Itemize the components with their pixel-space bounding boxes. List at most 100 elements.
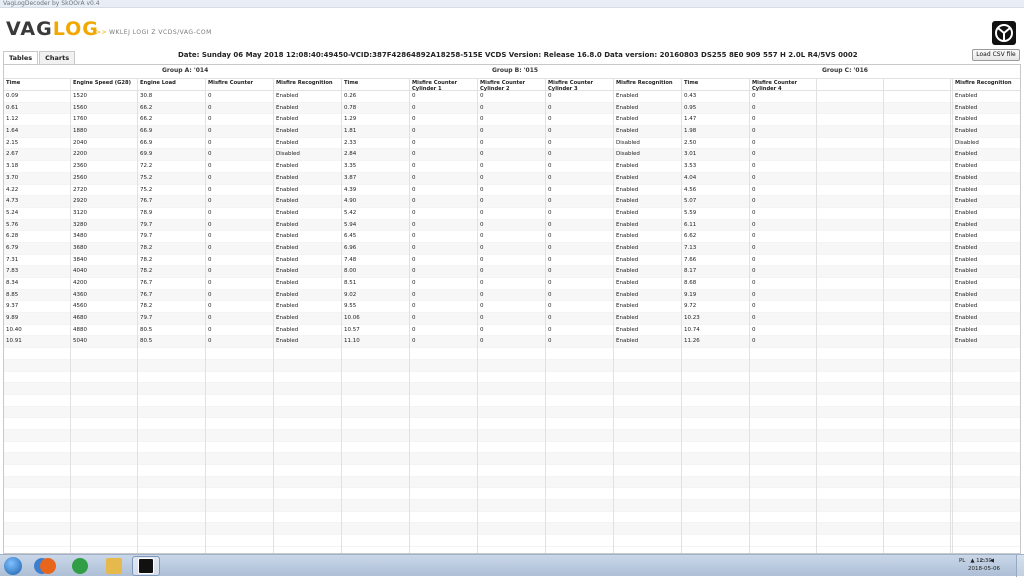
table-cell: 0: [208, 244, 212, 251]
clock[interactable]: 12:30 2018-05-06: [968, 557, 1000, 573]
empty-table-row: [4, 453, 1020, 465]
table-cell: 0: [480, 280, 484, 286]
table-cell: 0: [752, 163, 756, 170]
table-row[interactable]: 5.24 3120 78.9 0 Enabled 5.42 0 0 0 Enabled 5.59 0 E…: [4, 208, 1020, 220]
table-cell: Enabled: [616, 186, 639, 193]
table-cell: 0: [480, 209, 484, 216]
table-cell: Enabled: [616, 209, 639, 216]
load-csv-button[interactable]: Load CSV file: [972, 49, 1020, 61]
table-row[interactable]: 5.76 3280 79.7 0 Enabled 5.94 0 0 0 Enabled 6.11 0 E…: [4, 219, 1020, 232]
table-cell: 0: [208, 221, 212, 228]
taskbar-firefox-button[interactable]: [34, 556, 62, 576]
table-cell: 8.51: [344, 280, 357, 286]
table-cell: Enabled: [276, 163, 299, 170]
table-row[interactable]: 9.37 4560 78.2 0 Enabled 9.55 0 0 0 Enabled 9.72 0 E…: [4, 301, 1020, 314]
table-row[interactable]: 3.70 2560 75.2 0 Enabled 3.87 0 0 0 Enabled 4.04 0 E…: [4, 172, 1020, 185]
column-header[interactable]: Misfire Recognition: [614, 80, 682, 86]
table-cell: 2040: [73, 139, 87, 146]
table-cell: 0: [412, 233, 416, 240]
column-header[interactable]: Time: [4, 80, 71, 86]
column-header[interactable]: Time: [342, 80, 410, 86]
table-cell: 0: [480, 303, 484, 310]
taskbar-vaglog-app-button[interactable]: [132, 556, 160, 576]
table-cell: 7.66: [684, 256, 697, 263]
table-cell: 0: [752, 303, 756, 310]
table-cell: 4200: [73, 280, 87, 286]
table-cell: 4.90: [344, 198, 357, 205]
table-row[interactable]: 10.40 4880 80.5 0 Enabled 10.57 0 0 0 Enabled 10.7…: [4, 325, 1020, 337]
taskbar-folder-button[interactable]: [100, 556, 128, 576]
column-header[interactable]: Misfire Counter: [206, 80, 274, 86]
table-cell: 0: [480, 291, 484, 298]
table-cell: 10.91: [6, 338, 22, 345]
start-button[interactable]: [4, 557, 22, 575]
column-header[interactable]: Engine Speed (G28): [71, 80, 138, 86]
table-cell: 0: [208, 151, 212, 158]
table-cell: Enabled: [276, 303, 299, 310]
table-row[interactable]: 8.34 4200 76.7 0 Enabled 8.51 0 0 0 Enabled 8.68 0 E…: [4, 278, 1020, 290]
table-cell: Enabled: [955, 151, 978, 158]
empty-table-row: [4, 488, 1020, 501]
table-cell: 0: [480, 198, 484, 205]
table-cell: 4.56: [684, 186, 697, 193]
column-header[interactable]: Misfire Recognition: [953, 80, 1020, 86]
table-row[interactable]: 4.22 2720 75.2 0 Enabled 4.39 0 0 0 Enabled 4.56 0 E…: [4, 185, 1020, 197]
table-cell: 0: [412, 198, 416, 205]
table-cell: 3.35: [344, 163, 357, 170]
empty-table-row: [4, 535, 1020, 547]
table-cell: 3840: [73, 256, 87, 263]
column-header[interactable]: Time: [682, 80, 750, 86]
table-cell: 2720: [73, 186, 87, 193]
table-row[interactable]: 9.89 4680 79.7 0 Enabled 10.06 0 0 0 Enabled 10.23…: [4, 313, 1020, 325]
table-row[interactable]: 6.28 3480 79.7 0 Enabled 6.45 0 0 0 Enabled 6.62 0 E…: [4, 231, 1020, 243]
table-cell: 0: [548, 163, 552, 170]
table-cell: 0: [548, 315, 552, 322]
table-cell: 78.2: [140, 303, 153, 310]
table-row[interactable]: 4.73 2920 76.7 0 Enabled 4.90 0 0 0 Enabled 5.07 0 E…: [4, 196, 1020, 208]
table-cell: 0: [752, 209, 756, 216]
column-header[interactable]: Misfire Recognition: [274, 80, 342, 86]
table-row[interactable]: 7.31 3840 78.2 0 Enabled 7.48 0 0 0 Enabled 7.66 0 E…: [4, 255, 1020, 267]
table-row[interactable]: 3.18 2360 72.2 0 Enabled 3.35 0 0 0 Enabled 3.53 0 E…: [4, 161, 1020, 173]
table-row[interactable]: 1.12 1760 66.2 0 Enabled 1.29 0 0 0 Enabled 1.47 0 E…: [4, 114, 1020, 127]
table-cell: 0: [548, 186, 552, 193]
table-cell: Enabled: [616, 116, 639, 123]
table-row[interactable]: 0.61 1560 66.2 0 Enabled 0.78 0 0 0 Enabled 0.95 0 E…: [4, 102, 1020, 115]
table-cell: 11.10: [344, 338, 360, 345]
table-cell: 0: [412, 151, 416, 158]
table-cell: 0: [752, 93, 756, 99]
show-desktop-button[interactable]: [1016, 555, 1024, 577]
table-row[interactable]: 6.79 3680 78.2 0 Enabled 6.96 0 0 0 Enabled 7.13 0 E…: [4, 242, 1020, 255]
table-cell: 0: [752, 256, 756, 263]
column-header[interactable]: Engine Load: [138, 80, 206, 86]
table-cell: 0: [548, 326, 552, 333]
language-indicator[interactable]: PL: [959, 558, 965, 564]
table-row[interactable]: 0.09 1520 30.8 0 Enabled 0.26 0 0 0 Enabled 0.43 0 E…: [4, 91, 1020, 103]
table-cell: Enabled: [276, 186, 299, 193]
table-cell: 75.2: [140, 186, 153, 193]
table-row[interactable]: 2.67 2200 69.9 0 Disabled 2.84 0 0 0 Disabled 3.01…: [4, 149, 1020, 162]
taskbar-chrome-button[interactable]: [66, 556, 94, 576]
tab-tables[interactable]: Tables: [3, 51, 39, 64]
table-cell: 7.13: [684, 244, 697, 251]
table-cell: 0: [412, 104, 416, 111]
table-row[interactable]: 1.64 1880 66.9 0 Enabled 1.81 0 0 0 Enabled 1.98 0 E…: [4, 126, 1020, 138]
empty-table-row: [4, 442, 1020, 454]
table-row[interactable]: 10.91 5040 80.5 0 Enabled 11.10 0 0 0 Enabled 11.2…: [4, 336, 1020, 349]
table-cell: 0: [412, 303, 416, 310]
table-cell: Enabled: [955, 186, 978, 193]
tab-charts[interactable]: Charts: [39, 51, 76, 64]
table-cell: 5.07: [684, 198, 697, 205]
table-cell: 1560: [73, 104, 87, 111]
table-row[interactable]: 2.15 2040 66.9 0 Enabled 2.33 0 0 0 Disabled 2.50 0…: [4, 138, 1020, 150]
table-row[interactable]: 8.85 4360 76.7 0 Enabled 9.02 0 0 0 Enabled 9.19 0 E…: [4, 289, 1020, 302]
table-cell: 0: [548, 233, 552, 240]
table-cell: 0: [548, 244, 552, 251]
table-cell: Enabled: [955, 209, 978, 216]
table-cell: Enabled: [955, 104, 978, 111]
table-cell: 0: [208, 93, 212, 99]
empty-table-row: [4, 348, 1020, 360]
table-cell: 78.9: [140, 209, 153, 216]
table-cell: 9.02: [344, 291, 357, 298]
table-row[interactable]: 7.83 4040 78.2 0 Enabled 8.00 0 0 0 Enabled 8.17 0 E…: [4, 266, 1020, 278]
